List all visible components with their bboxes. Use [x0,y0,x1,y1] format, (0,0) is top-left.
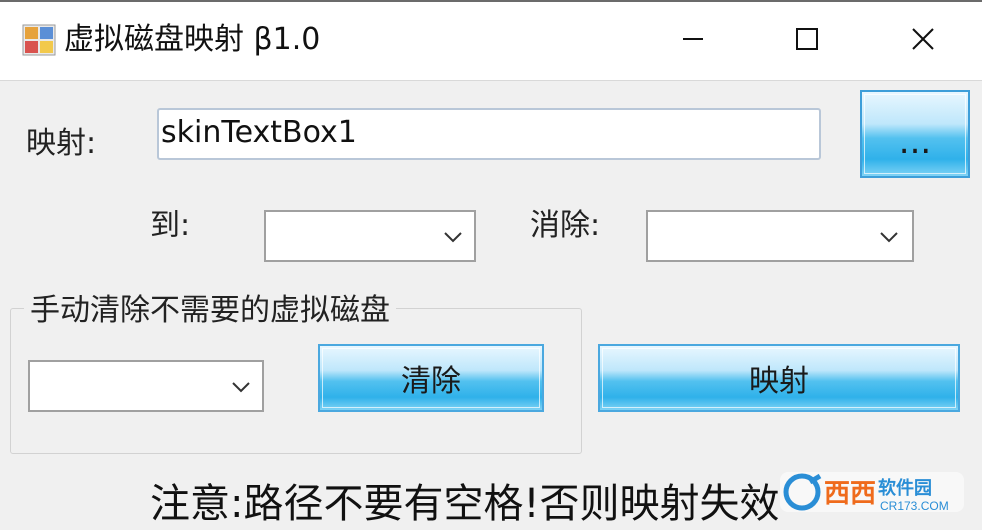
close-icon [912,28,934,50]
watermark-logo: 西西 软件园 CR173.COM [780,468,964,516]
remove-dropdown[interactable] [646,210,914,262]
warning-note: 注意:路径不要有空格!否则映射失效 [150,481,780,527]
map-label: 映射: [26,126,97,161]
svg-text:CR173.COM: CR173.COM [880,499,949,513]
chevron-down-icon [444,232,462,243]
group-title: 手动清除不需要的虚拟磁盘 [24,290,396,332]
clear-button[interactable]: 清除 [318,344,544,412]
maximize-button[interactable] [752,0,862,78]
close-button[interactable] [868,0,978,78]
browse-button[interactable]: ... [860,90,970,178]
app-icon [22,24,56,56]
minimize-button[interactable] [638,0,748,78]
watermark-icon: 西西 软件园 CR173.COM [780,472,964,513]
to-dropdown[interactable] [264,210,476,262]
maximize-icon [796,28,818,50]
map-button-label: 映射 [749,364,809,399]
svg-text:软件园: 软件园 [878,477,932,498]
map-button[interactable]: 映射 [598,344,960,412]
map-path-input[interactable]: skinTextBox1 [157,108,821,160]
browse-button-label: ... [898,122,932,162]
minimize-icon [683,38,703,40]
title-bar: 虚拟磁盘映射 β1.0 [0,0,982,81]
chevron-down-icon [232,382,250,393]
remove-label: 消除: [530,208,601,243]
to-label: 到: [150,208,191,243]
chevron-down-icon [880,232,898,243]
window-title: 虚拟磁盘映射 β1.0 [64,22,321,57]
clear-button-label: 清除 [401,364,461,399]
svg-text:西西: 西西 [824,478,876,508]
virtual-disk-dropdown[interactable] [28,360,264,412]
